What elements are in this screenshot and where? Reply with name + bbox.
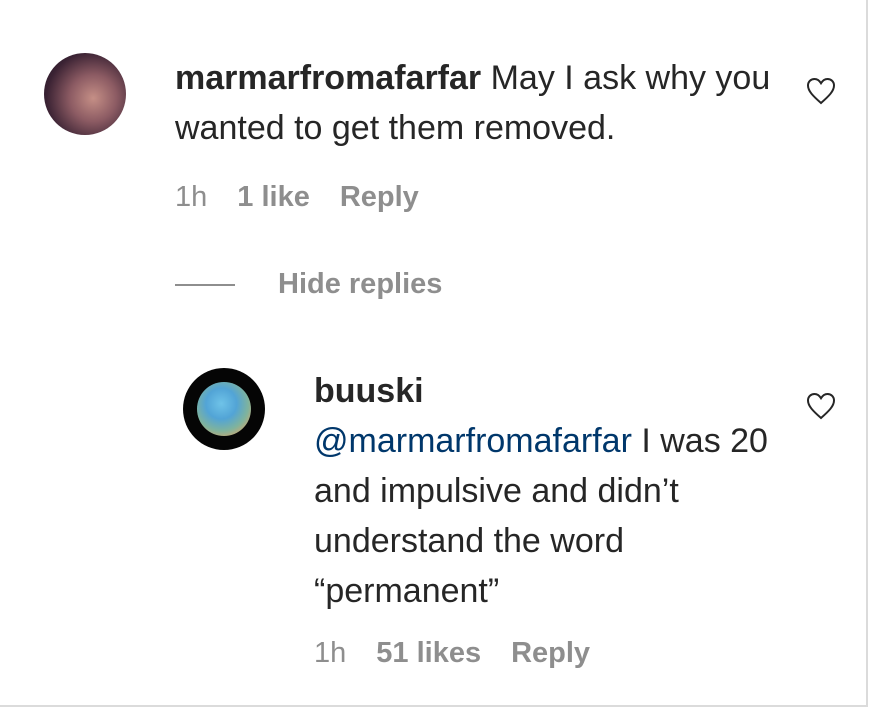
comment-likes-link[interactable]: 1 like (237, 181, 310, 214)
hide-replies-label[interactable]: Hide replies (278, 268, 442, 301)
comment-body: marmarfromafarfar May I ask why you want… (175, 53, 775, 153)
divider-line (175, 283, 235, 286)
like-heart-icon[interactable] (806, 77, 836, 105)
reply-reply-button[interactable]: Reply (511, 637, 590, 670)
comment-time: 1h (175, 181, 208, 213)
comment-thread-panel: marmarfromafarfar May I ask why you want… (0, 0, 868, 707)
reply-time: 1h (314, 637, 347, 669)
comment-username[interactable]: marmarfromafarfar (175, 59, 481, 97)
reply-likes-link[interactable]: 51 likes (376, 637, 481, 670)
reply-like-heart-icon[interactable] (806, 392, 836, 420)
planet-image (197, 382, 251, 436)
reply-mention-link[interactable]: @marmarfromafarfar (314, 422, 632, 460)
comment-meta: 1h 1 like Reply (175, 181, 419, 214)
comment-reply-button[interactable]: Reply (340, 181, 419, 214)
reply-username[interactable]: buuski (314, 366, 784, 416)
replier-avatar[interactable] (183, 368, 265, 450)
reply-meta: 1h 51 likes Reply (314, 637, 590, 670)
reply-body: buuski @marmarfromafarfar I was 20 and i… (314, 366, 784, 616)
commenter-avatar[interactable] (44, 53, 126, 135)
hide-replies-toggle[interactable]: Hide replies (175, 268, 442, 301)
